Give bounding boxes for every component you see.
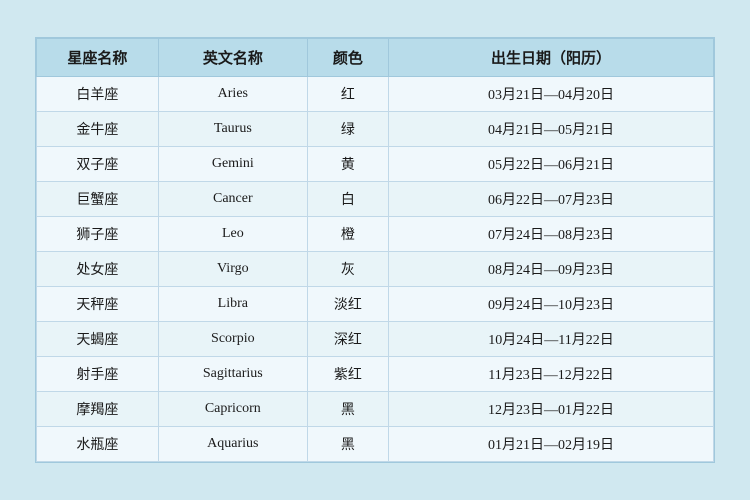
cell-color: 绿 [307,112,388,147]
cell-color: 黄 [307,147,388,182]
cell-english-name: Aries [158,77,307,112]
table-row: 射手座Sagittarius紫红11月23日—12月22日 [37,357,714,392]
cell-chinese-name: 巨蟹座 [37,182,159,217]
cell-english-name: Cancer [158,182,307,217]
table-header-row: 星座名称 英文名称 颜色 出生日期（阳历） [37,39,714,77]
header-date: 出生日期（阳历） [389,39,714,77]
table-row: 白羊座Aries红03月21日—04月20日 [37,77,714,112]
table-row: 巨蟹座Cancer白06月22日—07月23日 [37,182,714,217]
cell-chinese-name: 天蝎座 [37,322,159,357]
table-row: 狮子座Leo橙07月24日—08月23日 [37,217,714,252]
cell-chinese-name: 狮子座 [37,217,159,252]
cell-date: 06月22日—07月23日 [389,182,714,217]
table-row: 天秤座Libra淡红09月24日—10月23日 [37,287,714,322]
cell-color: 黑 [307,392,388,427]
cell-chinese-name: 射手座 [37,357,159,392]
cell-chinese-name: 水瓶座 [37,427,159,462]
table-row: 摩羯座Capricorn黑12月23日—01月22日 [37,392,714,427]
cell-english-name: Capricorn [158,392,307,427]
cell-english-name: Gemini [158,147,307,182]
cell-chinese-name: 摩羯座 [37,392,159,427]
cell-english-name: Libra [158,287,307,322]
cell-color: 白 [307,182,388,217]
cell-date: 04月21日—05月21日 [389,112,714,147]
cell-color: 紫红 [307,357,388,392]
cell-color: 红 [307,77,388,112]
cell-date: 05月22日—06月21日 [389,147,714,182]
header-english-name: 英文名称 [158,39,307,77]
cell-chinese-name: 白羊座 [37,77,159,112]
zodiac-table-container: 星座名称 英文名称 颜色 出生日期（阳历） 白羊座Aries红03月21日—04… [35,37,715,463]
cell-date: 01月21日—02月19日 [389,427,714,462]
cell-english-name: Taurus [158,112,307,147]
table-row: 处女座Virgo灰08月24日—09月23日 [37,252,714,287]
cell-chinese-name: 处女座 [37,252,159,287]
header-color: 颜色 [307,39,388,77]
cell-color: 灰 [307,252,388,287]
cell-english-name: Aquarius [158,427,307,462]
cell-color: 淡红 [307,287,388,322]
zodiac-table: 星座名称 英文名称 颜色 出生日期（阳历） 白羊座Aries红03月21日—04… [36,38,714,462]
cell-date: 07月24日—08月23日 [389,217,714,252]
cell-date: 03月21日—04月20日 [389,77,714,112]
table-row: 双子座Gemini黄05月22日—06月21日 [37,147,714,182]
cell-date: 10月24日—11月22日 [389,322,714,357]
cell-date: 09月24日—10月23日 [389,287,714,322]
cell-date: 12月23日—01月22日 [389,392,714,427]
table-row: 天蝎座Scorpio深红10月24日—11月22日 [37,322,714,357]
cell-chinese-name: 金牛座 [37,112,159,147]
header-chinese-name: 星座名称 [37,39,159,77]
cell-chinese-name: 天秤座 [37,287,159,322]
table-row: 金牛座Taurus绿04月21日—05月21日 [37,112,714,147]
table-row: 水瓶座Aquarius黑01月21日—02月19日 [37,427,714,462]
cell-chinese-name: 双子座 [37,147,159,182]
cell-english-name: Sagittarius [158,357,307,392]
cell-date: 08月24日—09月23日 [389,252,714,287]
cell-english-name: Leo [158,217,307,252]
cell-english-name: Virgo [158,252,307,287]
cell-color: 橙 [307,217,388,252]
cell-color: 黑 [307,427,388,462]
cell-color: 深红 [307,322,388,357]
cell-english-name: Scorpio [158,322,307,357]
cell-date: 11月23日—12月22日 [389,357,714,392]
